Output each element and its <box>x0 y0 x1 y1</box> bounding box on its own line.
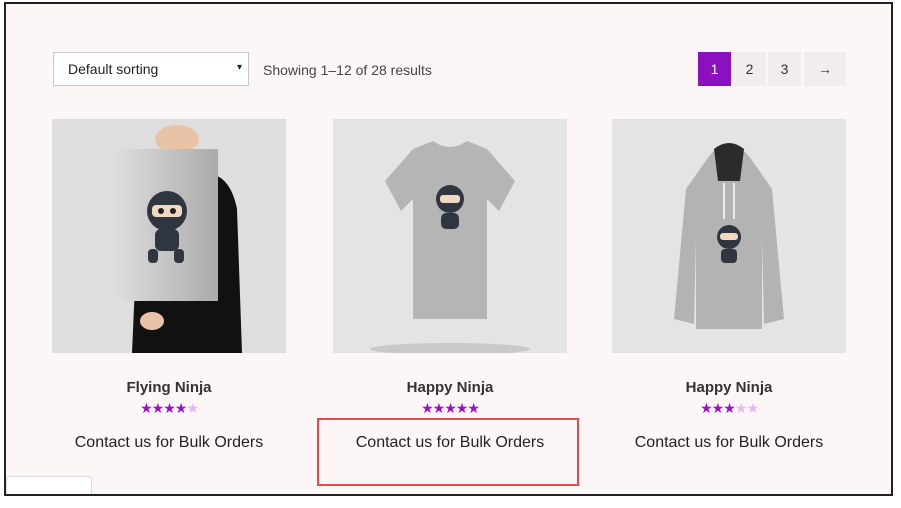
product-title[interactable]: Happy Ninja <box>612 379 846 396</box>
star-rating: ★★★★★ <box>333 400 567 416</box>
page-3-link[interactable]: 3 <box>768 52 801 86</box>
result-count: Showing 1–12 of 28 results <box>263 62 432 78</box>
star-filled-icon: ★ <box>140 400 153 416</box>
star-filled-icon: ★ <box>432 400 446 416</box>
product-card: Happy Ninja ★★★★★ Contact us for Bulk Or… <box>333 119 567 452</box>
star-filled-icon: ★ <box>151 400 165 416</box>
tshirt-ninja-image <box>333 119 567 353</box>
page-1-link[interactable]: 1 <box>698 52 731 86</box>
poster-ninja-image <box>52 119 286 353</box>
star-empty-icon: ★ <box>734 400 748 416</box>
star-filled-icon: ★ <box>444 400 457 416</box>
star-filled-icon: ★ <box>421 400 434 416</box>
bulk-order-link[interactable]: Contact us for Bulk Orders <box>52 434 286 452</box>
star-filled-icon: ★ <box>711 400 725 416</box>
product-title[interactable]: Happy Ninja <box>333 379 567 396</box>
product-title[interactable]: Flying Ninja <box>52 379 286 396</box>
star-empty-icon: ★ <box>186 400 199 416</box>
chevron-down-icon: ▾ <box>236 62 242 73</box>
bulk-order-link[interactable]: Contact us for Bulk Orders <box>612 434 846 452</box>
product-image-hoodie[interactable] <box>612 119 846 353</box>
star-filled-icon: ★ <box>467 400 480 416</box>
page-2-link[interactable]: 2 <box>733 52 766 86</box>
star-rating: ★★★★★ <box>612 400 846 416</box>
shop-page: Default sorting ▾ Showing 1–12 of 28 res… <box>4 2 893 496</box>
bottom-tab[interactable] <box>6 476 92 494</box>
star-filled-icon: ★ <box>163 400 176 416</box>
star-rating: ★★★★★ <box>52 400 286 416</box>
next-page-link[interactable]: → <box>804 52 846 86</box>
star-filled-icon: ★ <box>723 400 736 416</box>
product-image-tshirt[interactable] <box>333 119 567 353</box>
product-card: Flying Ninja ★★★★★ Contact us for Bulk O… <box>52 119 286 452</box>
highlight-box <box>317 418 579 486</box>
star-filled-icon: ★ <box>455 400 469 416</box>
star-filled-icon: ★ <box>174 400 188 416</box>
product-card: Happy Ninja ★★★★★ Contact us for Bulk Or… <box>612 119 846 452</box>
star-filled-icon: ★ <box>700 400 713 416</box>
star-empty-icon: ★ <box>746 400 759 416</box>
sort-select-label: Default sorting <box>68 61 159 77</box>
product-image-poster[interactable] <box>52 119 286 353</box>
hoodie-ninja-image <box>612 119 846 353</box>
sort-select[interactable]: Default sorting ▾ <box>53 52 249 86</box>
